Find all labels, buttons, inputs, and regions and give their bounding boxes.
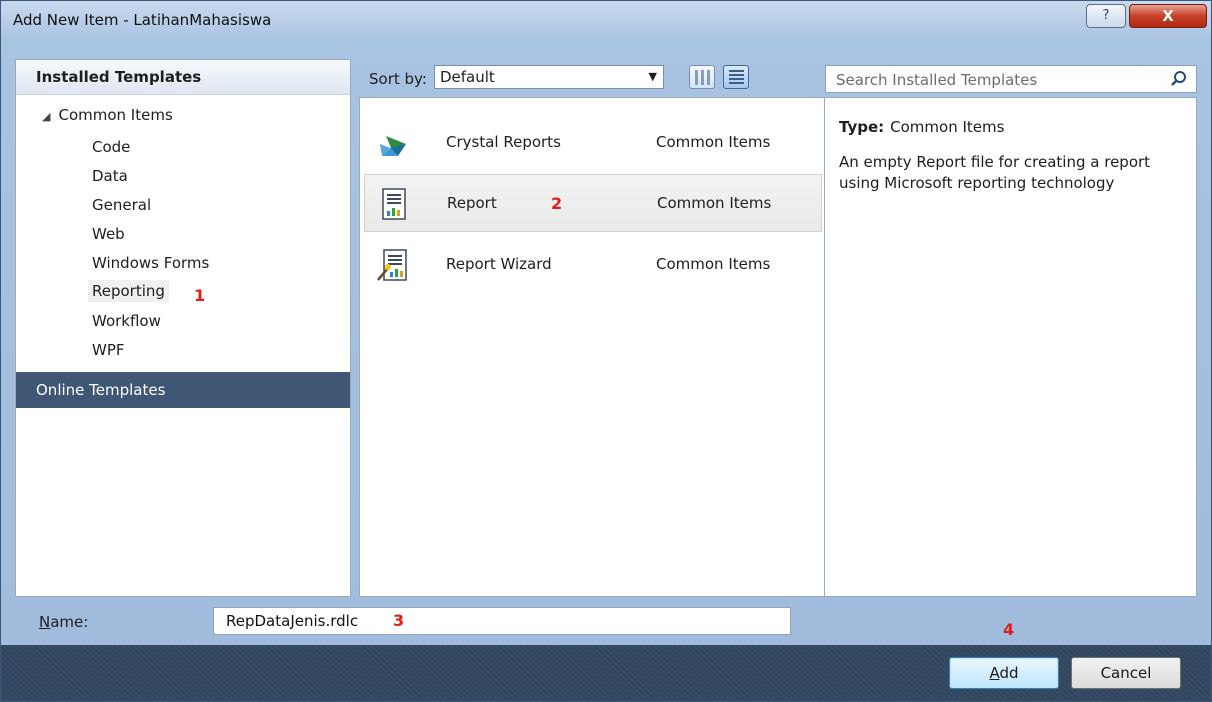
dropdown-arrow-icon: ▼	[648, 70, 657, 83]
tree-item-code[interactable]: Code	[92, 138, 130, 156]
template-name: Report Wizard	[446, 255, 552, 273]
annotation-marker-3: 3	[393, 611, 405, 630]
annotation-marker-2: 2	[551, 194, 563, 213]
template-categories-pane: Installed Templates ◢ Common Items Code D…	[15, 59, 351, 597]
sort-by-value: Default	[440, 68, 495, 86]
add-new-item-dialog: Add New Item - LatihanMahasiswa ? X Inst…	[0, 0, 1212, 702]
report-icon	[382, 188, 406, 220]
tree-item-label: Common Items	[58, 106, 173, 124]
sort-toolbar: Sort by: Default ▼	[359, 59, 819, 97]
type-value: Common Items	[890, 118, 1005, 136]
tree-item-common-items[interactable]: ◢ Common Items	[42, 106, 173, 124]
template-name: Crystal Reports	[446, 133, 561, 151]
details-view-button[interactable]	[723, 65, 749, 89]
cancel-button[interactable]: Cancel	[1071, 657, 1181, 689]
name-row: Name: 3 4	[1, 599, 1211, 645]
name-label-rest: ame:	[50, 613, 89, 631]
add-button[interactable]: Add	[949, 657, 1059, 689]
tree-item-reporting[interactable]: Reporting	[88, 280, 169, 302]
sort-by-dropdown[interactable]: Default ▼	[434, 65, 664, 89]
sort-by-label: Sort by:	[369, 70, 427, 88]
online-templates-header[interactable]: Online Templates	[16, 372, 350, 408]
template-item-report[interactable]: Report 2 Common Items	[364, 174, 822, 232]
report-wizard-icon	[377, 249, 407, 281]
close-button[interactable]: X	[1129, 4, 1207, 28]
tree-item-general[interactable]: General	[92, 196, 151, 214]
type-label: Type:	[839, 118, 885, 136]
template-details-pane: Type: Common Items An empty Report file f…	[825, 97, 1197, 597]
add-label-rest: dd	[999, 664, 1019, 682]
add-access-key: A	[989, 664, 1000, 682]
template-type: Type: Common Items	[839, 118, 1004, 136]
name-label: Name:	[39, 613, 88, 631]
annotation-marker-1: 1	[194, 286, 206, 305]
template-category: Common Items	[657, 194, 772, 212]
template-category: Common Items	[656, 255, 771, 273]
tree-item-data[interactable]: Data	[92, 167, 128, 185]
template-category: Common Items	[656, 133, 771, 151]
template-description: An empty Report file for creating a repo…	[839, 153, 1151, 192]
medium-icons-view-button[interactable]	[689, 65, 715, 89]
name-field[interactable]	[213, 607, 791, 635]
template-list: Crystal Reports Common Items Report 2 Co…	[359, 97, 825, 597]
tree-item-windows-forms[interactable]: Windows Forms	[92, 254, 209, 272]
template-item-report-wizard[interactable]: Report Wizard Common Items	[364, 236, 822, 294]
grid-view-icon	[695, 70, 710, 85]
search-icon[interactable]	[1170, 70, 1188, 88]
annotation-marker-4: 4	[1003, 620, 1015, 639]
tree-item-workflow[interactable]: Workflow	[92, 312, 161, 330]
name-access-key: N	[39, 613, 51, 631]
crystal-reports-icon	[380, 136, 406, 156]
tree-item-web[interactable]: Web	[92, 225, 125, 243]
collapse-arrow-icon[interactable]: ◢	[42, 110, 50, 123]
installed-templates-header[interactable]: Installed Templates	[16, 60, 350, 95]
template-item-crystal-reports[interactable]: Crystal Reports Common Items	[364, 114, 822, 172]
search-installed-templates[interactable]: Search Installed Templates	[825, 65, 1197, 93]
window-title: Add New Item - LatihanMahasiswa	[13, 11, 272, 29]
tree-item-wpf[interactable]: WPF	[92, 341, 125, 359]
search-input[interactable]: Search Installed Templates	[836, 71, 1037, 89]
list-view-icon	[729, 70, 744, 85]
button-bar: Add Cancel	[1, 645, 1211, 701]
template-name: Report	[447, 194, 497, 212]
help-button[interactable]: ?	[1086, 4, 1126, 28]
title-bar[interactable]: Add New Item - LatihanMahasiswa ? X	[1, 1, 1211, 43]
